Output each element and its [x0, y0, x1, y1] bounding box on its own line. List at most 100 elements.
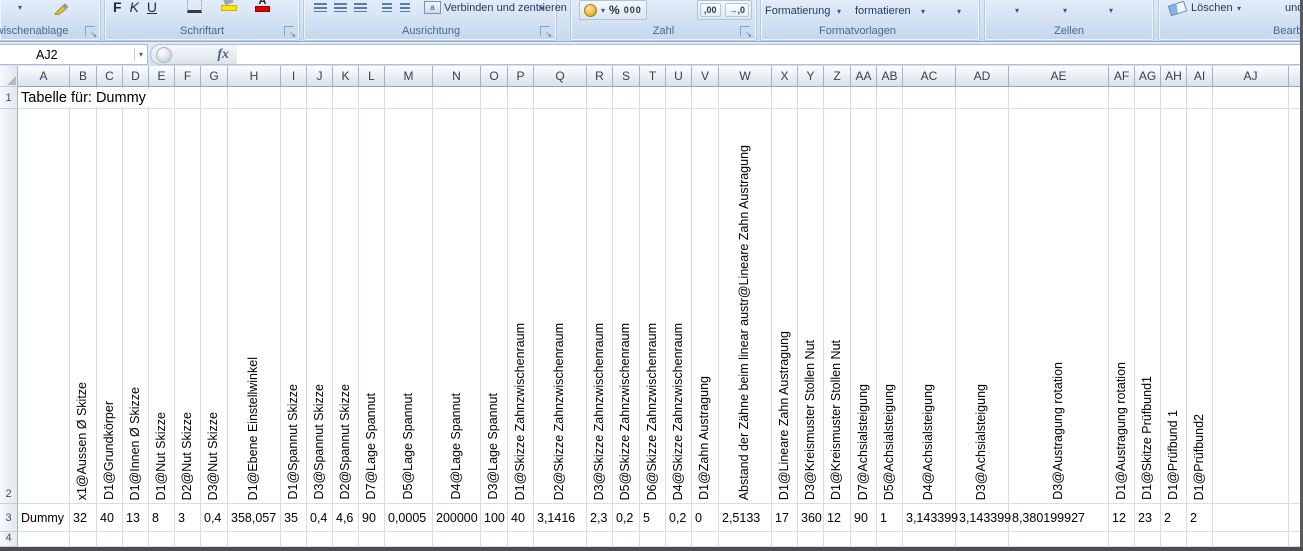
column-header-U[interactable]: U — [666, 66, 692, 87]
column-header-N[interactable]: N — [433, 66, 481, 87]
cell-G4[interactable] — [201, 532, 228, 547]
cell-W1[interactable] — [719, 87, 772, 109]
cell-Z3[interactable]: 12 — [824, 504, 851, 532]
cell-AE2[interactable]: D3@Austragung rotation — [1009, 109, 1109, 504]
cell-I2[interactable]: D1@Spannut Skizze — [281, 109, 307, 504]
column-header-J[interactable]: J — [307, 66, 333, 87]
format-as-table-button[interactable]: formatieren — [855, 5, 911, 17]
cell-F4[interactable] — [175, 532, 201, 547]
cell-I3[interactable]: 35 — [281, 504, 307, 532]
cell-H1[interactable] — [228, 87, 281, 109]
cell-AI4[interactable] — [1187, 532, 1213, 547]
cell-AE1[interactable] — [1009, 87, 1109, 109]
cell-E2[interactable]: D1@Nut Skizze — [149, 109, 175, 504]
fill-color-button-icon[interactable] — [221, 0, 237, 11]
column-header-T[interactable]: T — [640, 66, 666, 87]
cell-J4[interactable] — [307, 532, 333, 547]
cell-U4[interactable] — [666, 532, 692, 547]
cell-I4[interactable] — [281, 532, 307, 547]
cell-U1[interactable] — [666, 87, 692, 109]
cell-A4[interactable] — [18, 532, 70, 547]
cell-R4[interactable] — [587, 532, 613, 547]
cell-G2[interactable]: D3@Nut Skizze — [201, 109, 228, 504]
cell-N4[interactable] — [433, 532, 481, 547]
cell-Z1[interactable] — [824, 87, 851, 109]
cell-Q2[interactable]: D2@Skizze Zahnzwischenraum — [534, 109, 587, 504]
align-center-icon[interactable] — [334, 3, 347, 12]
align-right-icon[interactable] — [354, 3, 367, 12]
cell-H3[interactable]: 358,057 — [228, 504, 281, 532]
cell-X1[interactable] — [772, 87, 798, 109]
cell-M3[interactable]: 0,0005 — [385, 504, 433, 532]
cell-S2[interactable]: D5@Skizze Zahnzwischenraum — [613, 109, 640, 504]
cell-I1[interactable] — [281, 87, 307, 109]
cell-O1[interactable] — [481, 87, 508, 109]
cell-AC1[interactable] — [903, 87, 956, 109]
column-header-O[interactable]: O — [481, 66, 508, 87]
cell-F3[interactable]: 3 — [175, 504, 201, 532]
merge-center-button[interactable]: Verbinden und zentrieren — [444, 2, 567, 14]
clipboard-dialog-launcher-icon[interactable] — [85, 26, 97, 39]
cell-AF2[interactable]: D1@Austragung rotation — [1109, 109, 1135, 504]
formula-input[interactable] — [237, 44, 1303, 65]
merge-center-dropdown-arrow[interactable]: ▾ — [540, 4, 544, 13]
cell-U3[interactable]: 0,2 — [666, 504, 692, 532]
row-header-3[interactable]: 3 — [0, 504, 18, 532]
cell-O2[interactable]: D3@Lage Spannut — [481, 109, 508, 504]
underline-button[interactable]: U — [147, 0, 157, 15]
cell-A3[interactable]: Dummy — [18, 504, 70, 532]
cell-AG4[interactable] — [1135, 532, 1161, 547]
cell-S1[interactable] — [613, 87, 640, 109]
column-header-P[interactable]: P — [508, 66, 534, 87]
cell-B2[interactable]: x1@Aussen Ø Skitze — [70, 109, 97, 504]
cell-Q3[interactable]: 3,1416 — [534, 504, 587, 532]
bold-button[interactable]: F — [113, 0, 122, 15]
cell-O4[interactable] — [481, 532, 508, 547]
column-header-F[interactable]: F — [175, 66, 201, 87]
format-painter-icon[interactable] — [54, 0, 70, 20]
select-all-corner[interactable] — [0, 66, 18, 87]
cell-P4[interactable] — [508, 532, 534, 547]
cell-AH1[interactable] — [1161, 87, 1187, 109]
column-header-AA[interactable]: AA — [851, 66, 877, 87]
column-header-H[interactable]: H — [228, 66, 281, 87]
cell-AG1[interactable] — [1135, 87, 1161, 109]
cell-R3[interactable]: 2,3 — [587, 504, 613, 532]
cell-Z4[interactable] — [824, 532, 851, 547]
cell-S4[interactable] — [613, 532, 640, 547]
cell-AF3[interactable]: 12 — [1109, 504, 1135, 532]
cell-AI2[interactable]: D1@Prüfbund2 — [1187, 109, 1213, 504]
clear-dropdown-arrow[interactable]: ▾ — [1237, 4, 1241, 13]
increase-indent-icon[interactable] — [400, 3, 410, 12]
cell-AA3[interactable]: 90 — [851, 504, 877, 532]
cell-P3[interactable]: 40 — [508, 504, 534, 532]
clear-eraser-icon[interactable] — [1167, 0, 1188, 17]
insert-cells-arrow[interactable]: ▾ — [1015, 6, 1019, 15]
number-dialog-launcher-icon[interactable] — [740, 26, 752, 39]
cell-L1[interactable] — [359, 87, 385, 109]
paste-dropdown-arrow[interactable]: ▾ — [18, 3, 22, 12]
cell-N2[interactable]: D4@Lage Spannut — [433, 109, 481, 504]
cell-AJ2[interactable] — [1213, 109, 1289, 504]
cell-M2[interactable]: D5@Lage Spannut — [385, 109, 433, 504]
cell-R1[interactable] — [587, 87, 613, 109]
cell-C2[interactable]: D1@Grundkörper — [97, 109, 123, 504]
cell-J3[interactable]: 0,4 — [307, 504, 333, 532]
clear-button[interactable]: Löschen — [1191, 2, 1233, 14]
cell-G1[interactable] — [201, 87, 228, 109]
column-header-Y[interactable]: Y — [798, 66, 824, 87]
cell-F2[interactable]: D2@Nut Skizze — [175, 109, 201, 504]
cell-V4[interactable] — [692, 532, 719, 547]
font-color-button-icon[interactable]: A — [255, 0, 270, 12]
cell-K2[interactable]: D2@Spannut Skizze — [333, 109, 359, 504]
cell-R2[interactable]: D3@Skizze Zahnzwischenraum — [587, 109, 613, 504]
cell-AB4[interactable] — [877, 532, 903, 547]
cell-AH4[interactable] — [1161, 532, 1187, 547]
cell-AD3[interactable]: 3,143399 — [956, 504, 1011, 532]
cell-A2[interactable] — [18, 109, 70, 504]
cell-AB2[interactable]: D5@Achsialsteigung — [877, 109, 903, 504]
format-cells-arrow[interactable]: ▾ — [1109, 6, 1113, 15]
cell-Y3[interactable]: 360 — [798, 504, 824, 532]
cell-AJ4[interactable] — [1213, 532, 1289, 547]
cell-AB1[interactable] — [877, 87, 903, 109]
